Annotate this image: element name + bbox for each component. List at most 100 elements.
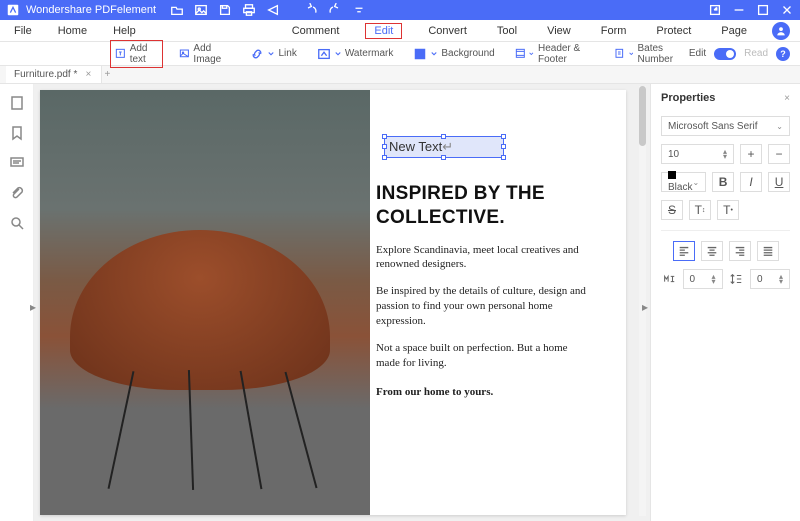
- tab-furniture[interactable]: Furniture.pdf * ×: [6, 66, 102, 83]
- stepper-icon[interactable]: ▴▾: [711, 274, 715, 284]
- menu-help[interactable]: Help: [109, 23, 140, 39]
- color-label: Black: [668, 182, 692, 193]
- redo-icon[interactable]: [328, 3, 342, 17]
- font-size-value: 10: [668, 149, 679, 160]
- align-left-button[interactable]: [673, 241, 695, 261]
- line-spacing-field[interactable]: 0 ▴▾: [750, 269, 790, 289]
- chevron-down-icon: ⌄: [692, 178, 699, 187]
- tab-label: Furniture.pdf *: [14, 69, 77, 80]
- underline-button[interactable]: U: [768, 172, 790, 192]
- link-label: Link: [278, 48, 296, 59]
- page-closing[interactable]: From our home to yours.: [376, 385, 594, 400]
- tab-close-icon[interactable]: ×: [83, 70, 93, 80]
- background-label: Background: [441, 48, 494, 59]
- background-button[interactable]: Background: [409, 45, 498, 63]
- titlebar: Wondershare PDFelement: [0, 0, 800, 20]
- menu-file[interactable]: File: [10, 23, 36, 39]
- add-image-label: Add Image: [193, 43, 230, 65]
- app-title: Wondershare PDFelement: [26, 4, 156, 16]
- decrease-size-button[interactable]: −: [768, 144, 790, 164]
- link-button[interactable]: Link: [246, 45, 300, 63]
- resize-handle[interactable]: [501, 144, 506, 149]
- window-open-square-icon[interactable]: [708, 3, 722, 17]
- char-spacing-icon: [661, 272, 677, 286]
- attachments-icon[interactable]: [8, 184, 26, 202]
- edit-toolbar: Add text Add Image Link Watermark Backgr…: [0, 42, 800, 66]
- watermark-button[interactable]: Watermark: [313, 45, 398, 63]
- resize-handle[interactable]: [382, 134, 387, 139]
- add-text-icon: [115, 47, 126, 61]
- bookmarks-icon[interactable]: [8, 124, 26, 142]
- page-content: INSPIRED BY THE COLLECTIVE. Explore Scan…: [370, 176, 600, 405]
- page-heading[interactable]: INSPIRED BY THE COLLECTIVE.: [376, 182, 594, 231]
- user-avatar[interactable]: [772, 22, 790, 40]
- close-icon[interactable]: [780, 3, 794, 17]
- watermark-icon: [317, 47, 331, 61]
- align-right-button[interactable]: [729, 241, 751, 261]
- add-image-icon: [179, 47, 190, 61]
- new-text-box[interactable]: New Text↵: [384, 136, 504, 158]
- superscript-button[interactable]: T↕: [689, 200, 711, 220]
- image-icon[interactable]: [194, 3, 208, 17]
- tab-add-button[interactable]: +: [102, 70, 112, 80]
- resize-handle[interactable]: [501, 155, 506, 160]
- menu-edit[interactable]: Edit: [365, 23, 402, 39]
- color-select[interactable]: Black ⌄: [661, 172, 706, 192]
- document-area[interactable]: New Text↵ INSPIRED BY THE COLLECTIVE. Ex…: [34, 84, 650, 521]
- bates-icon: [614, 47, 625, 61]
- italic-button[interactable]: I: [740, 172, 762, 192]
- font-family-select[interactable]: Microsoft Sans Serif ⌄: [661, 116, 790, 136]
- stepper-icon[interactable]: ▴▾: [723, 149, 727, 159]
- stepper-icon[interactable]: ▴▾: [779, 274, 783, 284]
- properties-close-icon[interactable]: ×: [784, 93, 790, 104]
- dropdown-icon[interactable]: [352, 3, 366, 17]
- menu-protect[interactable]: Protect: [652, 23, 695, 39]
- page-para-2[interactable]: Be inspired by the details of culture, d…: [376, 284, 594, 329]
- menu-form[interactable]: Form: [597, 23, 631, 39]
- align-justify-button[interactable]: [757, 241, 779, 261]
- align-center-button[interactable]: [701, 241, 723, 261]
- maximize-icon[interactable]: [756, 3, 770, 17]
- comments-icon[interactable]: [8, 154, 26, 172]
- chevron-down-icon: ⌄: [776, 122, 783, 131]
- menu-home[interactable]: Home: [54, 23, 91, 39]
- increase-size-button[interactable]: +: [740, 144, 762, 164]
- page-para-3[interactable]: Not a space built on perfection. But a h…: [376, 341, 594, 371]
- menu-comment[interactable]: Comment: [288, 23, 344, 39]
- chevron-down-icon: [335, 51, 341, 57]
- resize-handle[interactable]: [501, 134, 506, 139]
- menu-view[interactable]: View: [543, 23, 575, 39]
- open-icon[interactable]: [170, 3, 184, 17]
- add-text-button[interactable]: Add text: [110, 40, 163, 68]
- bold-button[interactable]: B: [712, 172, 734, 192]
- scrollbar-thumb[interactable]: [639, 86, 646, 146]
- font-size-field[interactable]: 10 ▴▾: [661, 144, 734, 164]
- resize-handle[interactable]: [441, 134, 446, 139]
- menu-tool[interactable]: Tool: [493, 23, 521, 39]
- strike-button[interactable]: S: [661, 200, 683, 220]
- subscript-button[interactable]: T•: [717, 200, 739, 220]
- header-footer-button[interactable]: Header & Footer: [511, 41, 599, 67]
- properties-panel: Properties × Microsoft Sans Serif ⌄ 10 ▴…: [650, 84, 800, 521]
- chevron-down-icon: [629, 51, 634, 57]
- menu-page[interactable]: Page: [717, 23, 751, 39]
- resize-handle[interactable]: [382, 144, 387, 149]
- char-spacing-field[interactable]: 0 ▴▾: [683, 269, 723, 289]
- minimize-icon[interactable]: [732, 3, 746, 17]
- share-icon[interactable]: [266, 3, 280, 17]
- edit-toggle[interactable]: [714, 48, 736, 60]
- undo-icon[interactable]: [304, 3, 318, 17]
- resize-handle[interactable]: [382, 155, 387, 160]
- add-image-button[interactable]: Add Image: [175, 41, 235, 67]
- thumbnails-icon[interactable]: [8, 94, 26, 112]
- print-icon[interactable]: [242, 3, 256, 17]
- search-icon[interactable]: [8, 214, 26, 232]
- menu-convert[interactable]: Convert: [424, 23, 471, 39]
- save-icon[interactable]: [218, 3, 232, 17]
- info-icon[interactable]: ?: [776, 47, 790, 61]
- resize-handle[interactable]: [441, 155, 446, 160]
- page-para-1[interactable]: Explore Scandinavia, meet local creative…: [376, 243, 594, 273]
- collapse-right-icon[interactable]: ▸: [642, 300, 648, 314]
- bates-number-button[interactable]: Bates Number: [610, 41, 690, 67]
- collapse-left-icon[interactable]: ▸: [30, 300, 36, 314]
